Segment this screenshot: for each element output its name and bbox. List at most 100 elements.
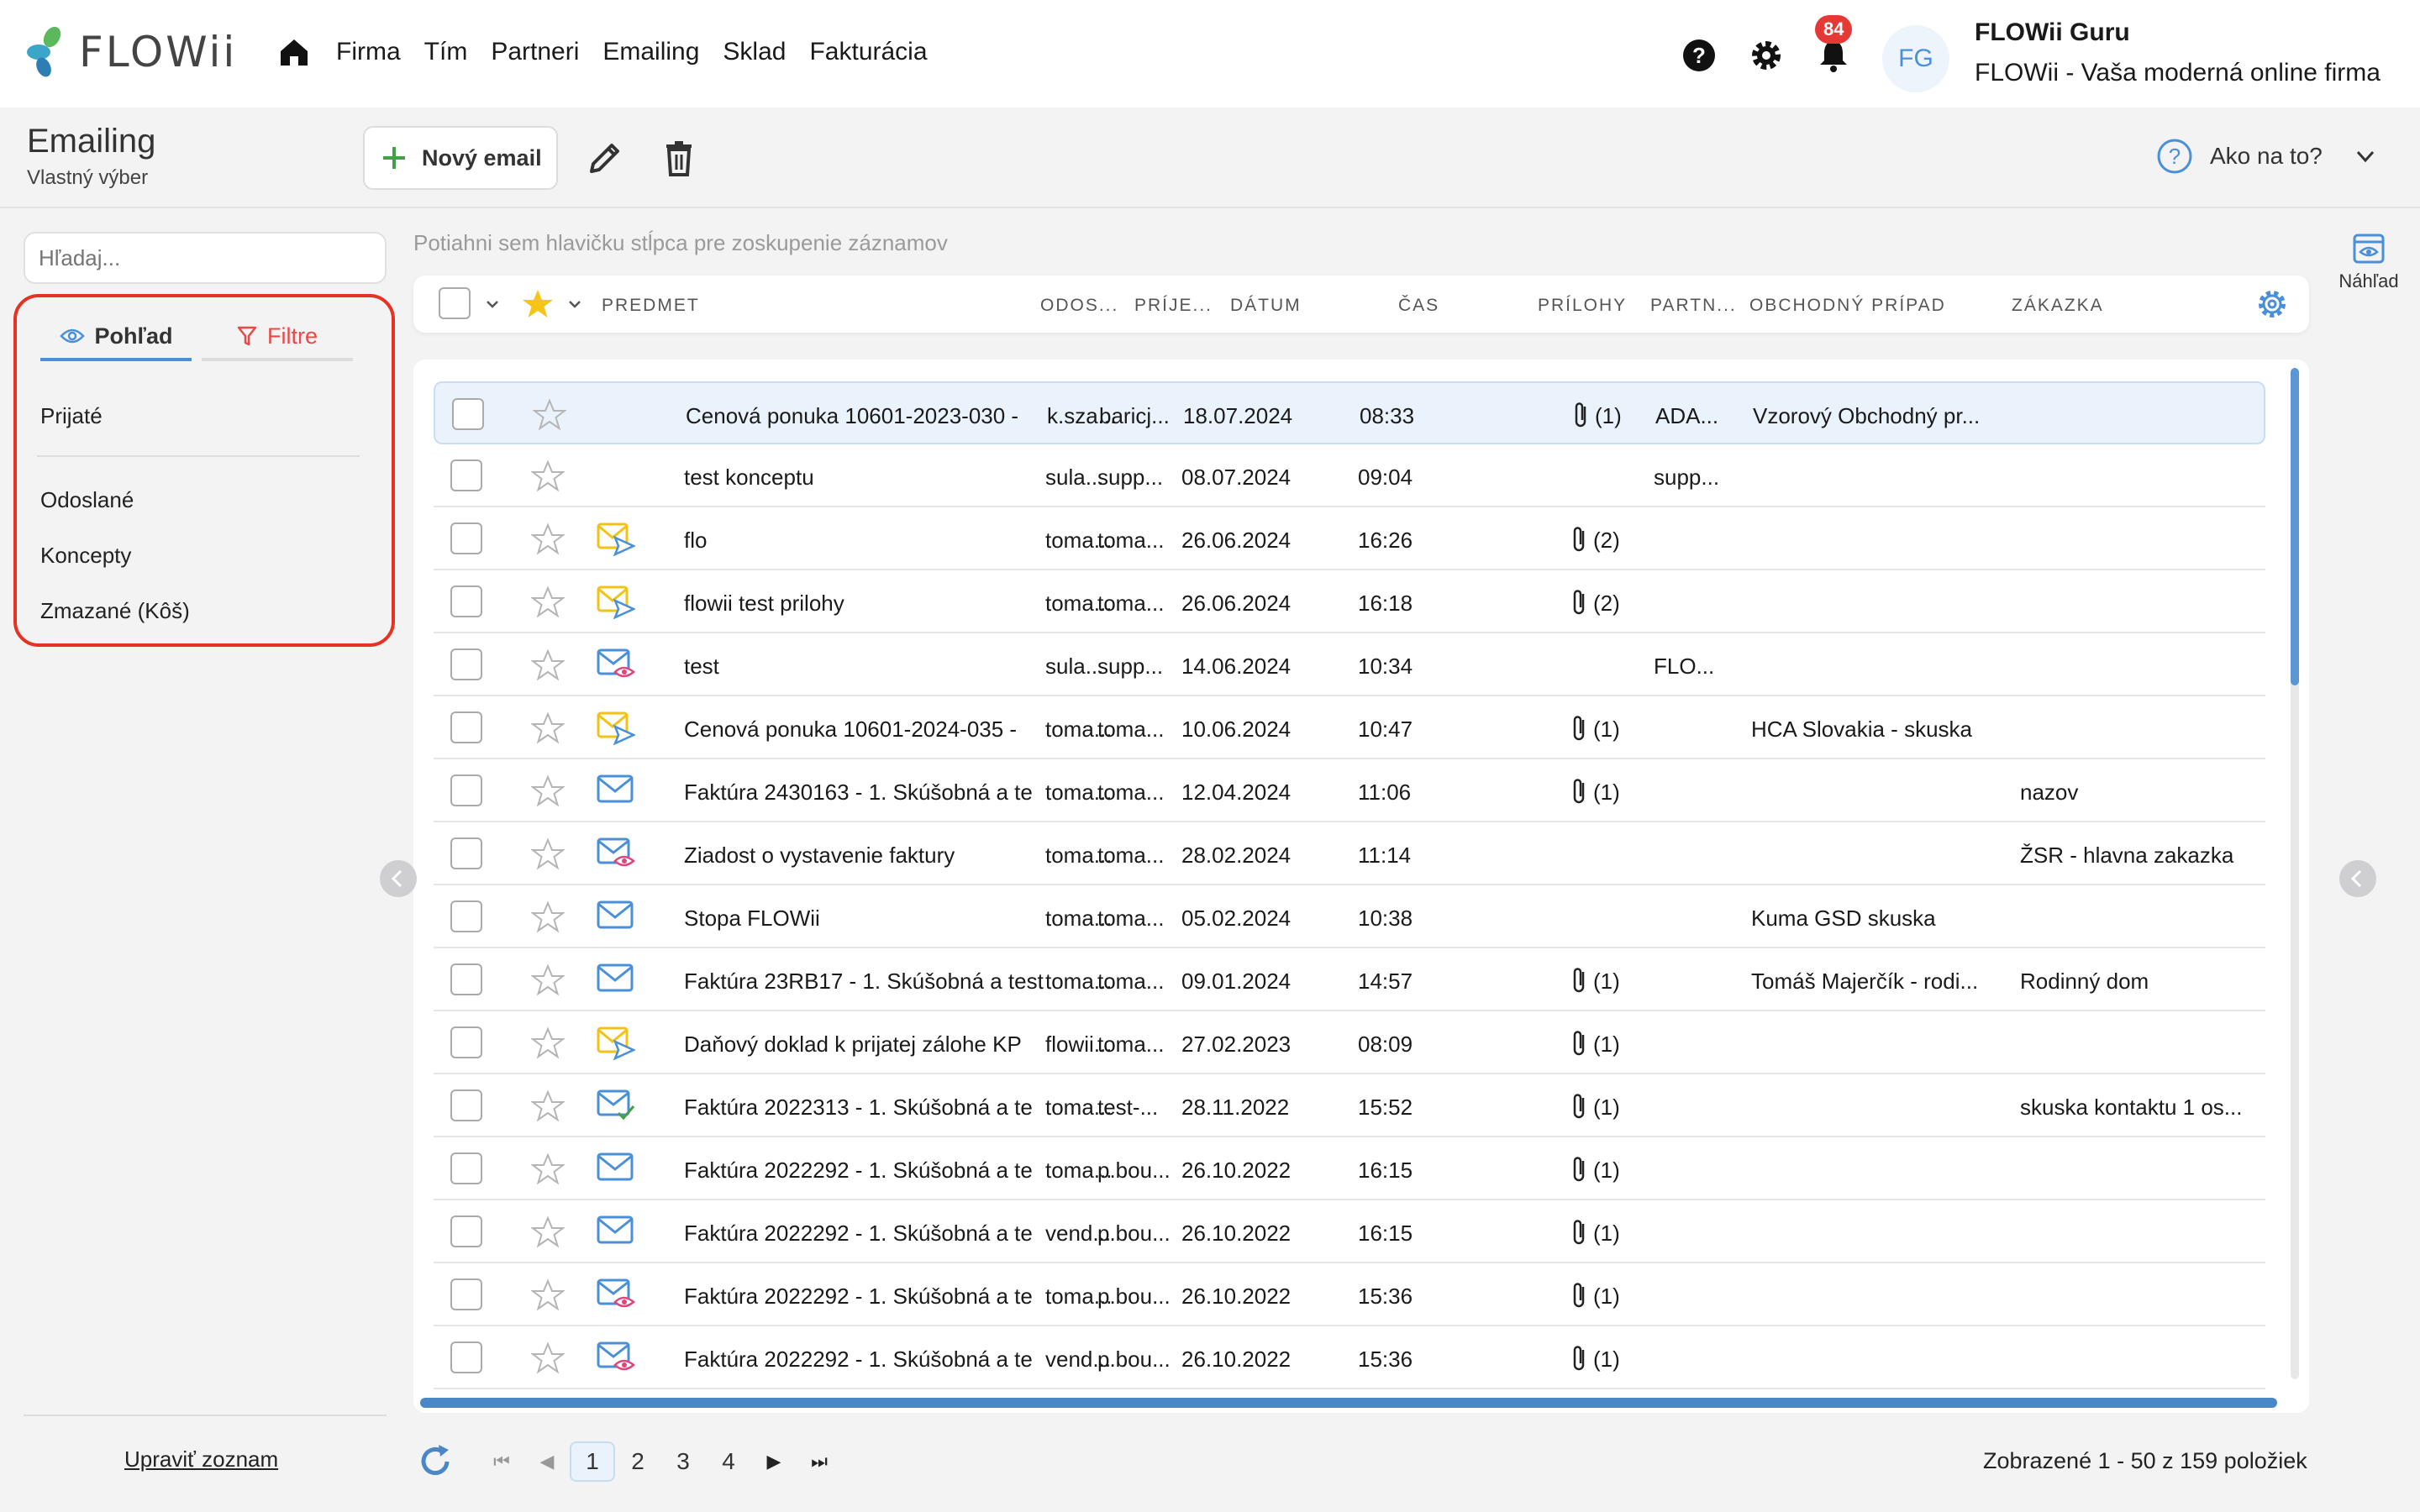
star-outline-icon[interactable] bbox=[531, 1089, 565, 1123]
row-checkbox[interactable] bbox=[450, 585, 482, 617]
row-checkbox[interactable] bbox=[450, 837, 482, 869]
new-email-button[interactable]: Nový email bbox=[363, 126, 558, 190]
table-row[interactable]: Daňový doklad k prijatej zálohe KP flowii… bbox=[434, 1011, 2265, 1074]
nav-sklad[interactable]: Sklad bbox=[723, 38, 786, 66]
col-sender[interactable]: ODOS... bbox=[1040, 296, 1118, 316]
cell-attachments[interactable]: (1) bbox=[1593, 1347, 1620, 1373]
col-partner[interactable]: PARTN... bbox=[1650, 296, 1737, 316]
tab-view[interactable]: Pohľad bbox=[40, 314, 192, 361]
collapse-sidebar-button[interactable] bbox=[380, 860, 417, 897]
star-outline-icon[interactable] bbox=[531, 711, 565, 745]
page-2[interactable]: 2 bbox=[615, 1441, 660, 1482]
star-outline-icon[interactable] bbox=[531, 1341, 565, 1375]
cell-attachments[interactable]: (1) bbox=[1593, 969, 1620, 995]
table-row[interactable]: Faktúra 2022313 - 1. Skúšobná a te toma..… bbox=[434, 1074, 2265, 1137]
flowii-logo[interactable]: FLOWii bbox=[25, 25, 237, 79]
table-row[interactable]: flo toma... toma... 26.06.2024 16:26 (2) bbox=[434, 507, 2265, 570]
group-by-hint[interactable]: Potiahni sem hlavičku stĺpca pre zoskupe… bbox=[413, 230, 948, 256]
horizontal-scrollbar[interactable] bbox=[420, 1398, 2277, 1408]
star-filled-icon[interactable] bbox=[521, 287, 555, 321]
row-checkbox[interactable] bbox=[450, 711, 482, 743]
row-checkbox[interactable] bbox=[450, 774, 482, 806]
cell-attachments[interactable]: (1) bbox=[1593, 1095, 1620, 1121]
preview-toggle[interactable]: Náhľad bbox=[2333, 232, 2405, 292]
table-row[interactable]: test konceptu sula... supp... 08.07.2024 09:… bbox=[434, 444, 2265, 507]
star-outline-icon[interactable] bbox=[531, 963, 565, 997]
table-row[interactable]: Cenová ponuka 10601-2023-030 - k.sza... b… bbox=[434, 381, 2265, 444]
select-all-checkbox[interactable] bbox=[439, 287, 471, 319]
cell-attachments[interactable]: (1) bbox=[1593, 1284, 1620, 1310]
row-checkbox[interactable] bbox=[450, 1215, 482, 1247]
row-checkbox[interactable] bbox=[450, 1152, 482, 1184]
star-outline-icon[interactable] bbox=[531, 1215, 565, 1249]
last-page-icon[interactable]: ⏭ bbox=[797, 1441, 842, 1482]
home-icon[interactable] bbox=[277, 35, 311, 69]
nav-firma[interactable]: Firma bbox=[336, 38, 401, 66]
cell-attachments[interactable]: (2) bbox=[1593, 528, 1620, 554]
table-row[interactable]: flowii test prilohy toma... toma... 26.06.2… bbox=[434, 570, 2265, 633]
cell-attachments[interactable]: (1) bbox=[1593, 717, 1620, 743]
cell-attachments[interactable]: (1) bbox=[1593, 1032, 1620, 1058]
column-settings-gear-icon[interactable] bbox=[2255, 287, 2289, 321]
nav-tim[interactable]: Tím bbox=[424, 38, 468, 66]
page-1[interactable]: 1 bbox=[570, 1441, 615, 1482]
expand-preview-button[interactable] bbox=[2339, 860, 2376, 897]
row-checkbox[interactable] bbox=[450, 1278, 482, 1310]
vertical-scroll-thumb[interactable] bbox=[2291, 368, 2299, 685]
col-attachments[interactable]: PRÍLOHY bbox=[1538, 296, 1627, 316]
col-deal[interactable]: OBCHODNÝ PRÍPAD bbox=[1749, 296, 1946, 316]
cell-attachments[interactable]: (1) bbox=[1593, 1221, 1620, 1247]
delete-trash-icon[interactable] bbox=[659, 138, 699, 178]
cell-attachments[interactable]: (1) bbox=[1593, 1158, 1620, 1184]
row-checkbox[interactable] bbox=[450, 900, 482, 932]
nav-emailing[interactable]: Emailing bbox=[602, 38, 699, 66]
tab-filter[interactable]: Filtre bbox=[202, 314, 353, 361]
row-checkbox[interactable] bbox=[450, 522, 482, 554]
row-checkbox[interactable] bbox=[450, 1026, 482, 1058]
star-outline-icon[interactable] bbox=[531, 522, 565, 556]
folder-inbox[interactable]: Prijaté bbox=[40, 403, 103, 429]
next-page-icon[interactable]: ▶ bbox=[751, 1441, 797, 1482]
star-outline-icon[interactable] bbox=[531, 900, 565, 934]
star-outline-icon[interactable] bbox=[533, 398, 566, 432]
star-outline-icon[interactable] bbox=[531, 1152, 565, 1186]
folder-sent[interactable]: Odoslané bbox=[40, 487, 134, 513]
row-checkbox[interactable] bbox=[450, 1341, 482, 1373]
folder-trash[interactable]: Zmazané (Kôš) bbox=[40, 598, 190, 624]
table-row[interactable]: Faktúra 23RB17 - 1. Skúšobná a test toma.… bbox=[434, 948, 2265, 1011]
star-outline-icon[interactable] bbox=[531, 1278, 565, 1312]
col-order[interactable]: ZÁKAZKA bbox=[2012, 296, 2104, 316]
row-checkbox[interactable] bbox=[450, 963, 482, 995]
table-row[interactable]: Faktúra 2022292 - 1. Skúšobná a te toma..… bbox=[434, 1263, 2265, 1326]
edit-pencil-icon[interactable] bbox=[585, 138, 625, 178]
nav-fakturacia[interactable]: Fakturácia bbox=[809, 38, 927, 66]
folder-drafts[interactable]: Koncepty bbox=[40, 543, 131, 569]
table-row[interactable]: test sula... supp... 14.06.2024 10:34 FLO... bbox=[434, 633, 2265, 696]
cell-attachments[interactable]: (2) bbox=[1593, 591, 1620, 617]
edit-list-link[interactable]: Upraviť zoznam bbox=[124, 1446, 278, 1473]
star-chevron-down-icon[interactable] bbox=[566, 296, 583, 312]
col-date[interactable]: DÁTUM bbox=[1230, 296, 1302, 316]
table-row[interactable]: Stopa FLOWii toma... toma... 05.02.2024 10:3… bbox=[434, 885, 2265, 948]
help-icon[interactable]: ? bbox=[1681, 37, 1718, 74]
row-checkbox[interactable] bbox=[452, 398, 484, 430]
nav-partneri[interactable]: Partneri bbox=[491, 38, 579, 66]
help-dropdown[interactable]: ? Ako na to? bbox=[2156, 138, 2378, 175]
cell-attachments[interactable]: (1) bbox=[1595, 403, 1622, 429]
col-time[interactable]: ČAS bbox=[1398, 296, 1439, 316]
star-outline-icon[interactable] bbox=[531, 648, 565, 682]
table-row[interactable]: Ziadost o vystavenie faktury toma... toma.… bbox=[434, 822, 2265, 885]
page-4[interactable]: 4 bbox=[706, 1441, 751, 1482]
col-subject[interactable]: PREDMET bbox=[602, 296, 700, 316]
settings-gear-icon[interactable] bbox=[1748, 37, 1785, 74]
star-outline-icon[interactable] bbox=[531, 585, 565, 619]
table-row[interactable]: Faktúra 2430163 - 1. Skúšobná a te toma..… bbox=[434, 759, 2265, 822]
star-outline-icon[interactable] bbox=[531, 459, 565, 493]
row-checkbox[interactable] bbox=[450, 648, 482, 680]
star-outline-icon[interactable] bbox=[531, 1026, 565, 1060]
user-name[interactable]: FLOWii Guru bbox=[1975, 18, 2130, 47]
page-3[interactable]: 3 bbox=[660, 1441, 706, 1482]
cell-attachments[interactable]: (1) bbox=[1593, 780, 1620, 806]
table-row[interactable]: Faktúra 2022292 - 1. Skúšobná a te vend..… bbox=[434, 1200, 2265, 1263]
select-chevron-down-icon[interactable] bbox=[484, 296, 501, 312]
